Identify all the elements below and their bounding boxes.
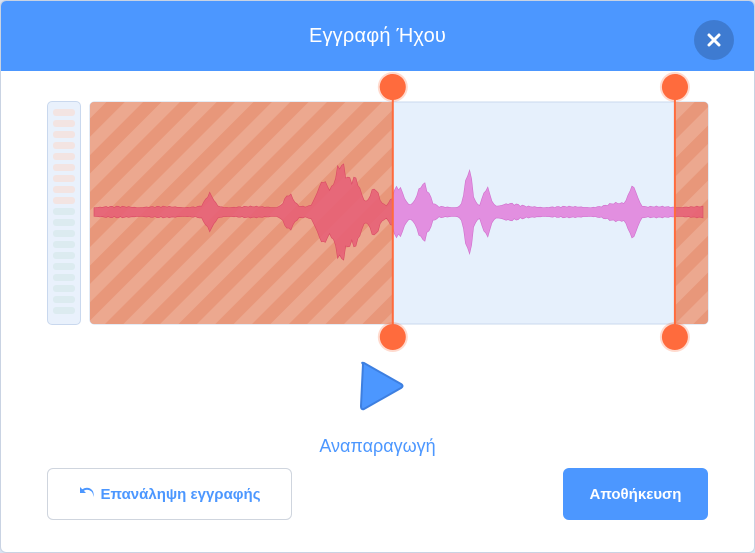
record-sound-dialog: Εγγραφή Ήχου Αναπαραγωγή Επανάληψη εγγρα… (0, 0, 755, 553)
meter-segment (53, 274, 75, 281)
meter-segment (53, 186, 75, 193)
play-label: Αναπαραγωγή (319, 436, 436, 456)
close-icon (707, 33, 721, 47)
meter-segment (53, 109, 75, 116)
meter-segment (53, 153, 75, 160)
dialog-title: Εγγραφή Ήχου (308, 24, 447, 47)
meter-segment (53, 197, 75, 204)
play-button[interactable] (357, 358, 405, 414)
rerecord-button[interactable]: Επανάληψη εγγραφής (47, 468, 292, 520)
save-button[interactable]: Αποθήκευση (563, 468, 708, 520)
meter-segment (53, 252, 75, 259)
waveform-svg (89, 72, 709, 352)
meter-segment (53, 208, 75, 215)
meter-segment (53, 307, 75, 314)
meter-segment (53, 285, 75, 292)
meter-segment (53, 219, 75, 226)
play-icon (357, 361, 405, 418)
meter-segment (53, 241, 75, 248)
meter-segment (53, 142, 75, 149)
meter-segment (53, 263, 75, 270)
dialog-header: Εγγραφή Ήχου (1, 1, 754, 71)
meter-segment (53, 175, 75, 182)
meter-segment (53, 120, 75, 127)
close-button[interactable] (694, 20, 734, 60)
volume-meter (47, 101, 81, 325)
meter-segment (53, 230, 75, 237)
undo-arrow-icon (79, 485, 95, 503)
rerecord-label: Επανάληψη εγγραφής (100, 485, 261, 503)
save-label: Αποθήκευση (589, 485, 682, 503)
meter-segment (53, 131, 75, 138)
waveform-editor (89, 72, 709, 352)
meter-segment (53, 296, 75, 303)
meter-segment (53, 164, 75, 171)
